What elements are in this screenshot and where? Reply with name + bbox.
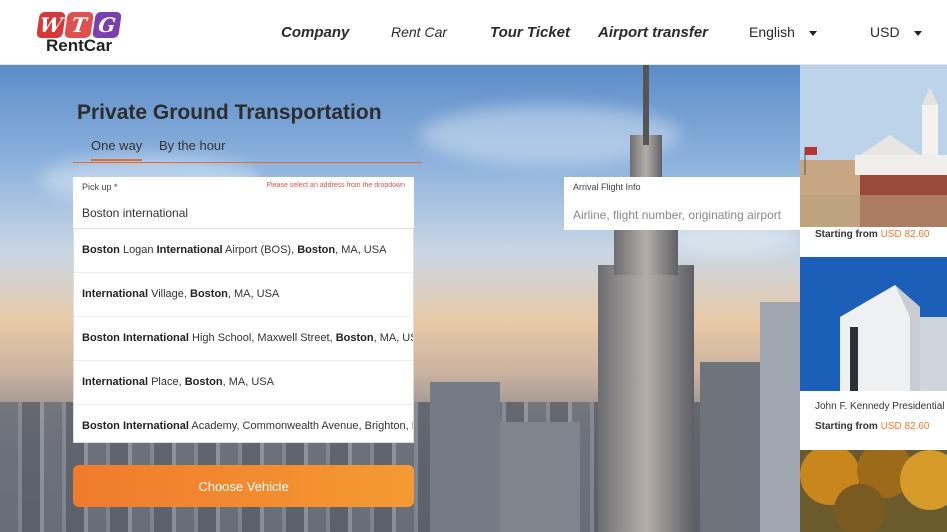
nav-airport-transfer[interactable]: Airport transfer bbox=[598, 0, 708, 65]
chevron-down-icon bbox=[808, 30, 817, 36]
suggestion-match-text: Boston bbox=[82, 244, 120, 256]
logo-letters: W T G bbox=[36, 12, 122, 38]
logo-letter-t: T bbox=[64, 12, 94, 38]
suggestion-match-text: International bbox=[82, 376, 149, 388]
address-suggestion-item[interactable]: International Place, Boston, MA, USA bbox=[74, 361, 413, 405]
logo-letter-w: W bbox=[36, 12, 66, 38]
address-suggestion-item[interactable]: Boston International High School, Maxwel… bbox=[74, 317, 413, 361]
price-value: USD 82.60 bbox=[880, 421, 930, 432]
tab-by-the-hour[interactable]: By the hour bbox=[159, 138, 226, 153]
building-shape bbox=[500, 422, 580, 532]
chevron-down-icon bbox=[913, 30, 922, 36]
suggestion-match-text: International bbox=[156, 244, 223, 256]
destination-card[interactable]: Starting from USD 82.60 bbox=[800, 65, 947, 253]
jfk-library-image bbox=[800, 257, 947, 391]
currency-select[interactable]: USD bbox=[870, 0, 922, 65]
building-shape bbox=[700, 362, 760, 532]
address-suggestion-item[interactable]: International Village, Boston, MA, USA bbox=[74, 273, 413, 317]
suggestion-match-text: Boston bbox=[184, 376, 223, 388]
address-suggestion-item[interactable]: Boston Logan International Airport (BOS)… bbox=[74, 229, 413, 273]
suggestion-match-text: Boston bbox=[335, 332, 374, 344]
tab-one-way[interactable]: One way bbox=[91, 138, 143, 161]
logo-brand-name: RentCar bbox=[46, 36, 113, 55]
logo-letter-g: G bbox=[92, 12, 122, 38]
pickup-label: Pick up * bbox=[82, 182, 118, 192]
suggestion-text: Airport (BOS), bbox=[222, 244, 298, 256]
suggestion-match-text: International bbox=[82, 288, 149, 300]
suggestion-match-text: Boston bbox=[297, 244, 336, 256]
flight-info-field[interactable]: Arrival Flight Info bbox=[564, 177, 800, 230]
nav-company[interactable]: Company bbox=[281, 0, 349, 65]
flight-info-input[interactable] bbox=[573, 208, 791, 222]
suggestion-text: , MA, USA bbox=[373, 332, 413, 344]
page-title: Private Ground Transportation bbox=[77, 101, 382, 124]
booking-tabs: One way By the hour bbox=[73, 136, 422, 163]
wtg-rentcar-logo[interactable]: W T G RentCar bbox=[36, 12, 128, 58]
address-suggestions-dropdown: Boston Logan International Airport (BOS)… bbox=[73, 228, 414, 443]
card-name: John F. Kennedy Presidential Library bbox=[815, 401, 947, 412]
suggestion-text: Logan bbox=[119, 244, 157, 256]
suggestion-text: Village, bbox=[148, 288, 191, 300]
autumn-trees-image bbox=[800, 450, 947, 532]
destination-cards: Starting from USD 82.60 John F. Kennedy … bbox=[800, 65, 947, 532]
currency-value: USD bbox=[870, 24, 900, 40]
starting-from-label: Starting from bbox=[815, 421, 878, 432]
building-shape bbox=[430, 382, 500, 532]
destination-card[interactable] bbox=[800, 450, 947, 532]
empire-state-tower bbox=[598, 265, 694, 532]
card-price: Starting from USD 82.60 bbox=[815, 229, 929, 240]
destination-card[interactable]: John F. Kennedy Presidential Library Sta… bbox=[800, 257, 947, 445]
suggestion-match-text: Boston International bbox=[82, 420, 189, 432]
language-value: English bbox=[749, 24, 795, 40]
building-shape bbox=[760, 302, 800, 532]
empire-state-antenna bbox=[643, 65, 649, 145]
card-price: Starting from USD 82.60 bbox=[815, 421, 929, 432]
suggestion-match-text: Boston International bbox=[82, 332, 189, 344]
top-header: W T G RentCar Company Rent Car Tour Tick… bbox=[0, 0, 947, 65]
suggestion-text: High School, Maxwell Street, bbox=[188, 332, 336, 344]
choose-vehicle-button[interactable]: Choose Vehicle bbox=[73, 465, 414, 507]
suggestion-text: , MA, USA bbox=[227, 288, 280, 300]
starting-from-label: Starting from bbox=[815, 229, 878, 240]
price-value: USD 82.60 bbox=[880, 229, 930, 240]
suggestion-text: Place, bbox=[148, 376, 185, 388]
pickup-field[interactable]: Pick up * Please select an address from … bbox=[73, 177, 414, 228]
nav-rent-car[interactable]: Rent Car bbox=[391, 0, 447, 65]
pickup-error-message: Please select an address from the dropdo… bbox=[266, 182, 405, 189]
nav-tour-ticket[interactable]: Tour Ticket bbox=[490, 0, 570, 65]
pickup-input[interactable] bbox=[82, 206, 405, 220]
suggestion-match-text: Boston bbox=[190, 288, 228, 300]
suggestion-text: , MA, USA bbox=[222, 376, 274, 388]
harvard-building-image bbox=[800, 65, 947, 227]
address-suggestion-item[interactable]: Boston International Academy, Commonweal… bbox=[74, 405, 413, 442]
suggestion-text: Academy, Commonwealth Avenue, Brighton, … bbox=[191, 420, 413, 432]
language-select[interactable]: English bbox=[749, 0, 817, 65]
suggestion-text: , MA, USA bbox=[335, 244, 387, 256]
flight-info-label: Arrival Flight Info bbox=[573, 182, 641, 192]
